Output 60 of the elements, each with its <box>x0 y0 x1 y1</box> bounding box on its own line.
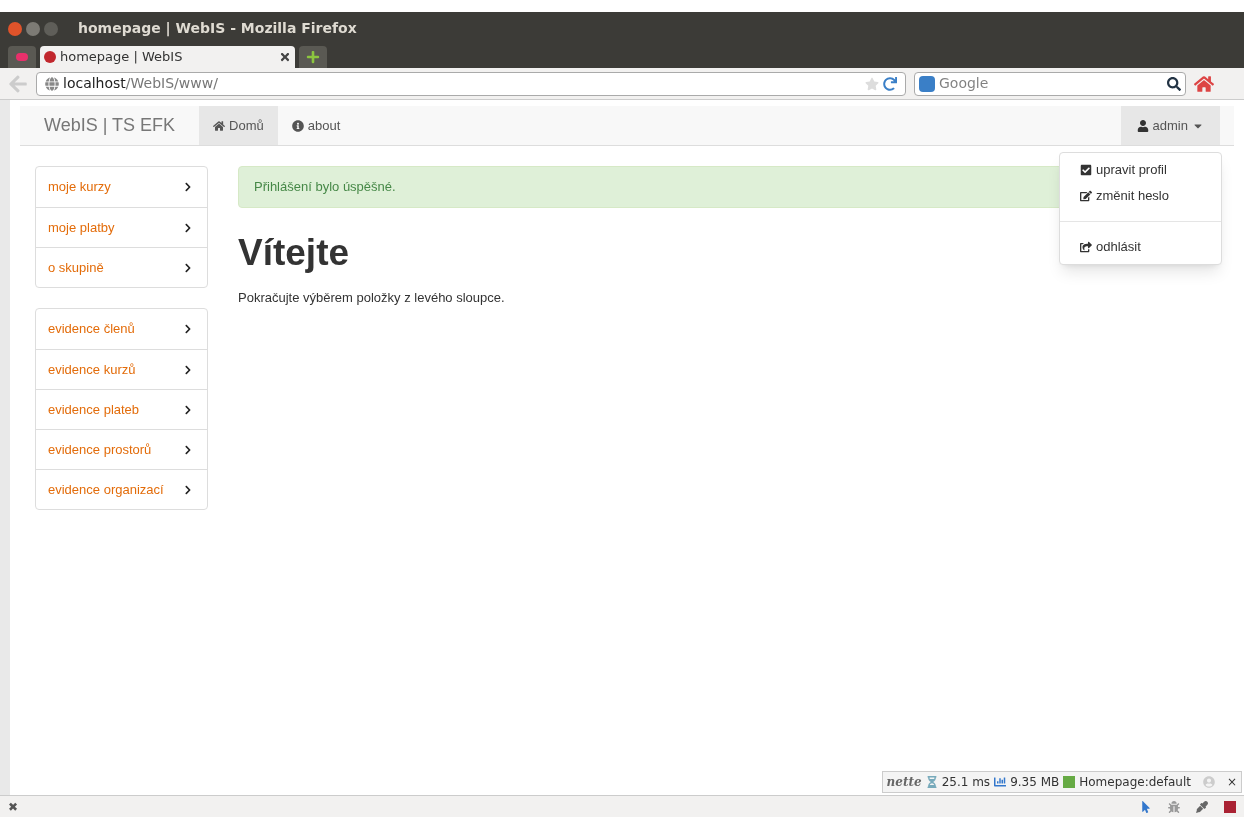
share-icon <box>1080 241 1092 253</box>
user-menu-toggle[interactable]: admin <box>1120 106 1220 145</box>
chevron-icon <box>183 182 193 192</box>
globe-icon <box>45 76 59 91</box>
nav-link[interactable]: Domů <box>199 106 278 145</box>
sidebar-item[interactable]: evidence prostorů <box>36 429 207 469</box>
sidebar-item[interactable]: evidence plateb <box>36 389 207 429</box>
sidebar-item[interactable]: moje platby <box>36 207 207 247</box>
close-tab-icon[interactable] <box>279 51 291 63</box>
menu-item[interactable]: odhlásit <box>1060 234 1221 260</box>
chevron-icon <box>183 444 193 455</box>
search-field[interactable]: Google <box>939 73 1163 94</box>
reload-icon[interactable] <box>883 76 897 91</box>
menu-item[interactable]: změnit heslo <box>1060 183 1221 209</box>
nav-link[interactable]: about <box>277 106 355 145</box>
url-field[interactable]: localhost/WebIS/www/ <box>36 71 906 96</box>
eyedropper-icon[interactable] <box>1196 800 1208 813</box>
edit-icon <box>1080 190 1092 202</box>
chevron-icon <box>183 364 193 375</box>
home-icon <box>213 119 226 132</box>
sidebar-item[interactable]: o skupině <box>36 247 207 287</box>
sidebar-item[interactable]: moje kurzy <box>36 167 207 207</box>
brand-link[interactable]: WebIS | TS EFK <box>20 106 200 145</box>
close-addon-bar-button[interactable]: ✖ <box>8 797 19 816</box>
plus-icon <box>306 50 320 64</box>
home-icon[interactable] <box>1194 73 1214 94</box>
close-button[interactable]: × <box>1226 773 1237 791</box>
hourglass-icon <box>925 776 938 788</box>
browser-tab[interactable]: homepage | WebIS <box>40 46 295 68</box>
pointer-icon[interactable] <box>1140 800 1152 813</box>
tab-title: homepage | WebIS <box>60 48 184 67</box>
bug-icon[interactable] <box>1168 800 1180 813</box>
time-reading: 25.1 ms <box>941 774 991 791</box>
presenter-name: Homepage:default <box>1079 774 1191 791</box>
minimize-icon[interactable] <box>26 21 40 36</box>
chevron-icon <box>183 262 193 273</box>
star-icon[interactable] <box>865 76 879 91</box>
intro-text: Pokračujte výběrem položky z levého sloupce. <box>238 289 506 308</box>
search-icon[interactable] <box>1167 76 1181 91</box>
user-icon <box>1202 776 1215 788</box>
chevron-icon <box>183 484 193 495</box>
chevron-icon <box>183 404 193 415</box>
memory-reading: 9.35 MB <box>1010 774 1060 791</box>
chart-icon <box>994 776 1007 788</box>
search-box[interactable]: Google <box>914 71 1186 96</box>
info-icon <box>291 119 304 132</box>
favicon <box>44 51 56 63</box>
sidebar-item[interactable]: evidence organizací <box>36 469 207 509</box>
chevron-icon <box>183 222 193 233</box>
sidebar-item[interactable]: evidence členů <box>36 309 207 349</box>
sidebar-item[interactable]: evidence kurzů <box>36 349 207 389</box>
page-heading: Vítejte <box>238 231 350 275</box>
new-tab-button[interactable] <box>299 46 327 68</box>
url-text: localhost/WebIS/www/ <box>63 74 219 93</box>
checkbox-icon <box>1080 164 1092 176</box>
chevron-icon <box>183 324 193 334</box>
window-title: homepage | WebIS - Mozilla Firefox <box>78 19 357 39</box>
user-icon <box>1136 119 1149 132</box>
close-window-icon[interactable] <box>8 21 22 36</box>
debug-brand: nette <box>886 774 922 791</box>
